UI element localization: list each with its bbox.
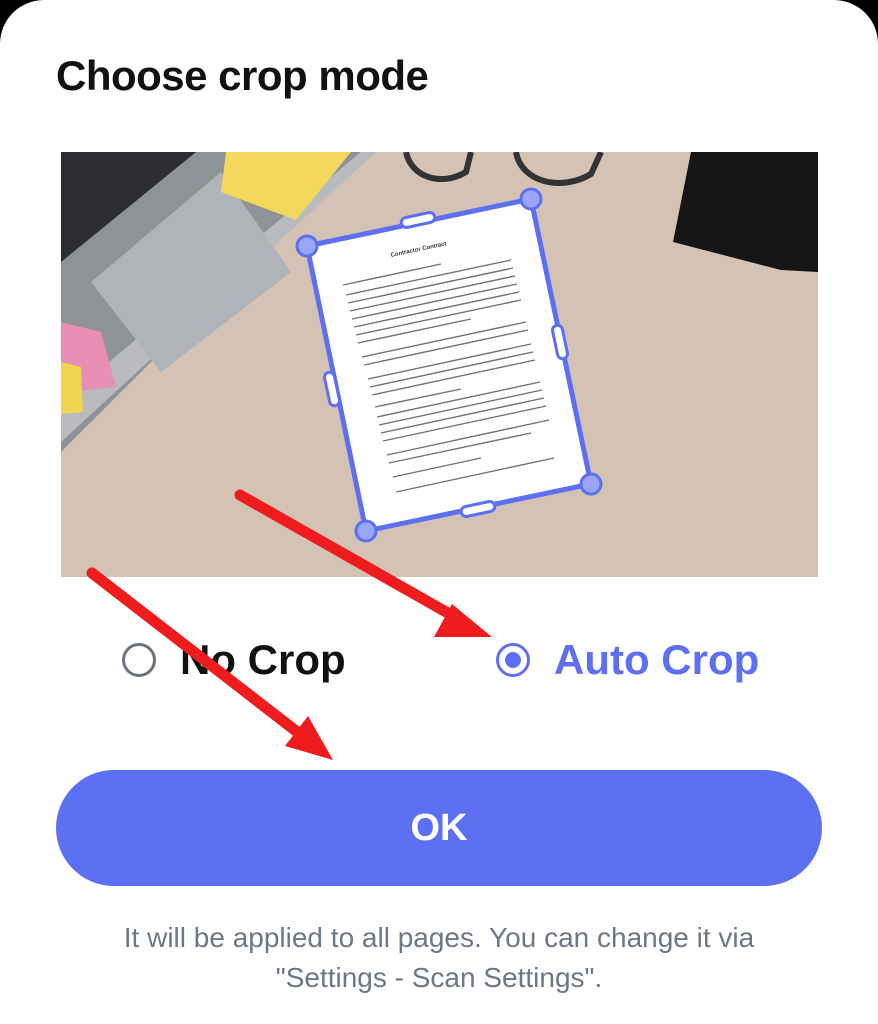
settings-note: It will be applied to all pages. You can… — [40, 918, 838, 998]
preview-illustration: Contractor Contract — [61, 152, 818, 577]
option-no-crop-label: No Crop — [180, 636, 346, 683]
crop-mode-dialog: Choose crop mode Contractor Contract No … — [0, 0, 878, 1024]
crop-mode-options: No Crop Auto Crop — [0, 630, 878, 690]
option-auto-crop[interactable]: Auto Crop — [496, 630, 759, 690]
radio-unchecked-icon[interactable] — [122, 643, 156, 677]
settings-note-line-2: "Settings - Scan Settings". — [275, 962, 603, 993]
option-auto-crop-label: Auto Crop — [554, 636, 760, 683]
crop-preview-image: Contractor Contract — [61, 152, 818, 577]
radio-checked-icon[interactable] — [496, 643, 530, 677]
option-no-crop[interactable]: No Crop — [122, 630, 346, 690]
dialog-title: Choose crop mode — [56, 52, 429, 99]
settings-note-line-1: It will be applied to all pages. You can… — [123, 922, 755, 953]
ok-button[interactable]: OK — [56, 770, 822, 886]
